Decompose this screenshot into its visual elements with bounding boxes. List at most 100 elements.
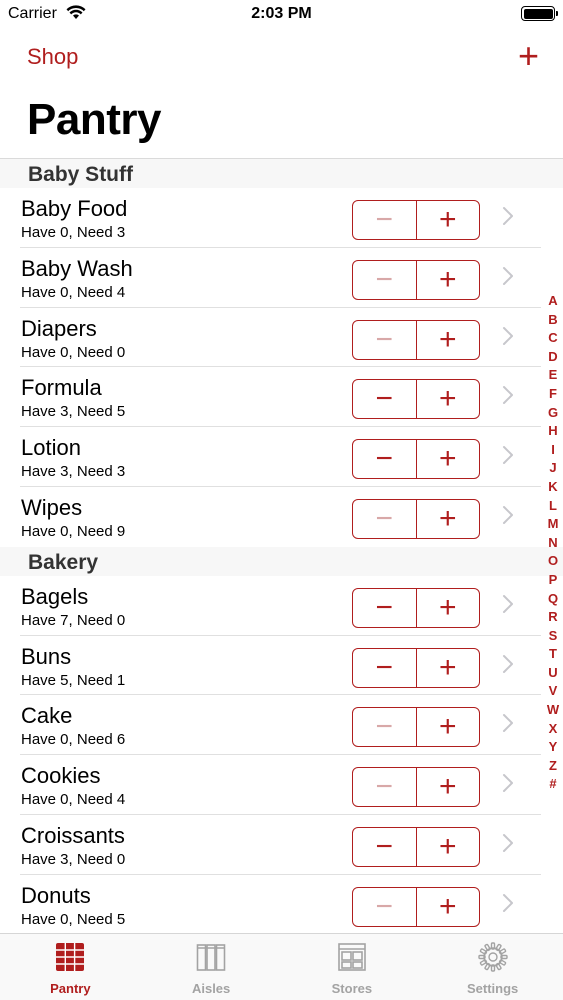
decrement-button[interactable]: −: [353, 260, 417, 299]
increment-button[interactable]: +: [417, 440, 480, 478]
quantity-stepper[interactable]: − +: [352, 826, 480, 867]
index-letter[interactable]: H: [545, 422, 561, 441]
chevron-right-icon[interactable]: [502, 266, 514, 291]
chevron-right-icon[interactable]: [502, 385, 514, 410]
increment-button[interactable]: +: [417, 589, 480, 627]
index-letter[interactable]: Z: [545, 757, 561, 776]
index-letter[interactable]: T: [545, 645, 561, 664]
list-item[interactable]: Cookies Have 0, Need 4 − +: [0, 755, 563, 815]
decrement-button[interactable]: −: [353, 887, 417, 926]
increment-button[interactable]: +: [417, 261, 480, 299]
index-letter[interactable]: D: [545, 348, 561, 367]
add-item-button[interactable]: +: [518, 38, 539, 74]
index-letter[interactable]: P: [545, 571, 561, 590]
decrement-button[interactable]: −: [353, 588, 417, 627]
quantity-stepper[interactable]: − +: [352, 259, 480, 300]
increment-button[interactable]: +: [417, 500, 480, 538]
index-letter[interactable]: U: [545, 664, 561, 683]
tab-pantry[interactable]: Pantry: [0, 934, 141, 1000]
quantity-stepper[interactable]: − +: [352, 767, 480, 808]
list-item[interactable]: Croissants Have 3, Need 0 − +: [0, 815, 563, 875]
index-letter[interactable]: I: [545, 441, 561, 460]
pantry-list[interactable]: Baby Stuff Baby Food Have 0, Need 3− + Baby …: [0, 158, 563, 933]
tab-aisles[interactable]: Aisles: [141, 934, 282, 1000]
list-item[interactable]: Formula Have 3, Need 5 − +: [0, 367, 563, 427]
chevron-right-icon[interactable]: [502, 893, 514, 918]
item-name: Wipes: [21, 494, 83, 520]
index-letter[interactable]: Y: [545, 738, 561, 757]
quantity-stepper[interactable]: − +: [352, 587, 480, 628]
quantity-stepper[interactable]: − +: [352, 498, 480, 539]
decrement-button[interactable]: −: [353, 499, 417, 538]
list-item[interactable]: Wipes Have 0, Need 9 − +: [0, 487, 563, 547]
decrement-button[interactable]: −: [353, 827, 417, 866]
index-letter[interactable]: W: [545, 701, 561, 720]
list-item[interactable]: Baby Food Have 0, Need 3 − +: [0, 188, 563, 248]
quantity-stepper[interactable]: − +: [352, 319, 480, 360]
tab-settings[interactable]: Settings: [422, 934, 563, 1000]
quantity-stepper[interactable]: − +: [352, 886, 480, 927]
section-index[interactable]: A B C D E F G H I J K L M N O P Q R S T U V W X Y Z #: [545, 292, 561, 794]
increment-button[interactable]: +: [417, 888, 480, 926]
decrement-button[interactable]: −: [353, 320, 417, 359]
chevron-right-icon[interactable]: [502, 206, 514, 231]
shop-back-button[interactable]: Shop: [27, 44, 78, 70]
index-letter[interactable]: X: [545, 720, 561, 739]
increment-button[interactable]: +: [417, 321, 480, 359]
index-letter[interactable]: F: [545, 385, 561, 404]
index-letter[interactable]: K: [545, 478, 561, 497]
quantity-stepper[interactable]: − +: [352, 200, 480, 240]
status-time: 2:03 PM: [251, 5, 312, 22]
index-letter[interactable]: G: [545, 404, 561, 423]
chevron-right-icon[interactable]: [502, 445, 514, 470]
decrement-button[interactable]: −: [353, 380, 417, 419]
chevron-right-icon[interactable]: [502, 594, 514, 619]
list-item[interactable]: Donuts Have 0, Need 5 − +: [0, 875, 563, 933]
index-letter[interactable]: Q: [545, 590, 561, 609]
section-header: Baby Stuff: [0, 159, 563, 188]
chevron-right-icon[interactable]: [502, 326, 514, 351]
decrement-button[interactable]: −: [353, 201, 417, 239]
index-letter[interactable]: M: [545, 515, 561, 534]
increment-button[interactable]: +: [417, 380, 480, 418]
chevron-right-icon[interactable]: [502, 713, 514, 738]
index-letter[interactable]: C: [545, 329, 561, 348]
decrement-button[interactable]: −: [353, 440, 417, 479]
index-letter[interactable]: L: [545, 497, 561, 516]
index-letter[interactable]: R: [545, 608, 561, 627]
index-letter[interactable]: V: [545, 682, 561, 701]
chevron-right-icon[interactable]: [502, 654, 514, 679]
index-letter[interactable]: S: [545, 627, 561, 646]
index-letter[interactable]: O: [545, 552, 561, 571]
quantity-stepper[interactable]: − +: [352, 647, 480, 688]
stores-icon: [337, 942, 367, 977]
index-letter[interactable]: A: [545, 292, 561, 311]
increment-button[interactable]: +: [417, 201, 480, 239]
chevron-right-icon[interactable]: [502, 773, 514, 798]
chevron-right-icon[interactable]: [502, 505, 514, 530]
list-item[interactable]: Buns Have 5, Need 1 − +: [0, 636, 563, 696]
list-item[interactable]: Diapers Have 0, Need 0 − +: [0, 308, 563, 368]
chevron-right-icon[interactable]: [502, 833, 514, 858]
increment-button[interactable]: +: [417, 708, 480, 746]
quantity-stepper[interactable]: − +: [352, 379, 480, 420]
list-item[interactable]: Baby Wash Have 0, Need 4 − +: [0, 248, 563, 308]
increment-button[interactable]: +: [417, 828, 480, 866]
index-letter[interactable]: E: [545, 366, 561, 385]
quantity-stepper[interactable]: − +: [352, 439, 480, 480]
item-detail: Have 0, Need 4: [21, 283, 126, 301]
decrement-button[interactable]: −: [353, 768, 417, 807]
list-item[interactable]: Cake Have 0, Need 6 − +: [0, 695, 563, 755]
index-letter[interactable]: #: [545, 775, 561, 794]
index-letter[interactable]: N: [545, 534, 561, 553]
decrement-button[interactable]: −: [353, 648, 417, 687]
tab-stores[interactable]: Stores: [282, 934, 423, 1000]
list-item[interactable]: Bagels Have 7, Need 0 − +: [0, 576, 563, 636]
increment-button[interactable]: +: [417, 649, 480, 687]
list-item[interactable]: Lotion Have 3, Need 3 − +: [0, 427, 563, 487]
index-letter[interactable]: B: [545, 311, 561, 330]
decrement-button[interactable]: −: [353, 708, 417, 747]
quantity-stepper[interactable]: − +: [352, 707, 480, 748]
index-letter[interactable]: J: [545, 459, 561, 478]
increment-button[interactable]: +: [417, 768, 480, 806]
